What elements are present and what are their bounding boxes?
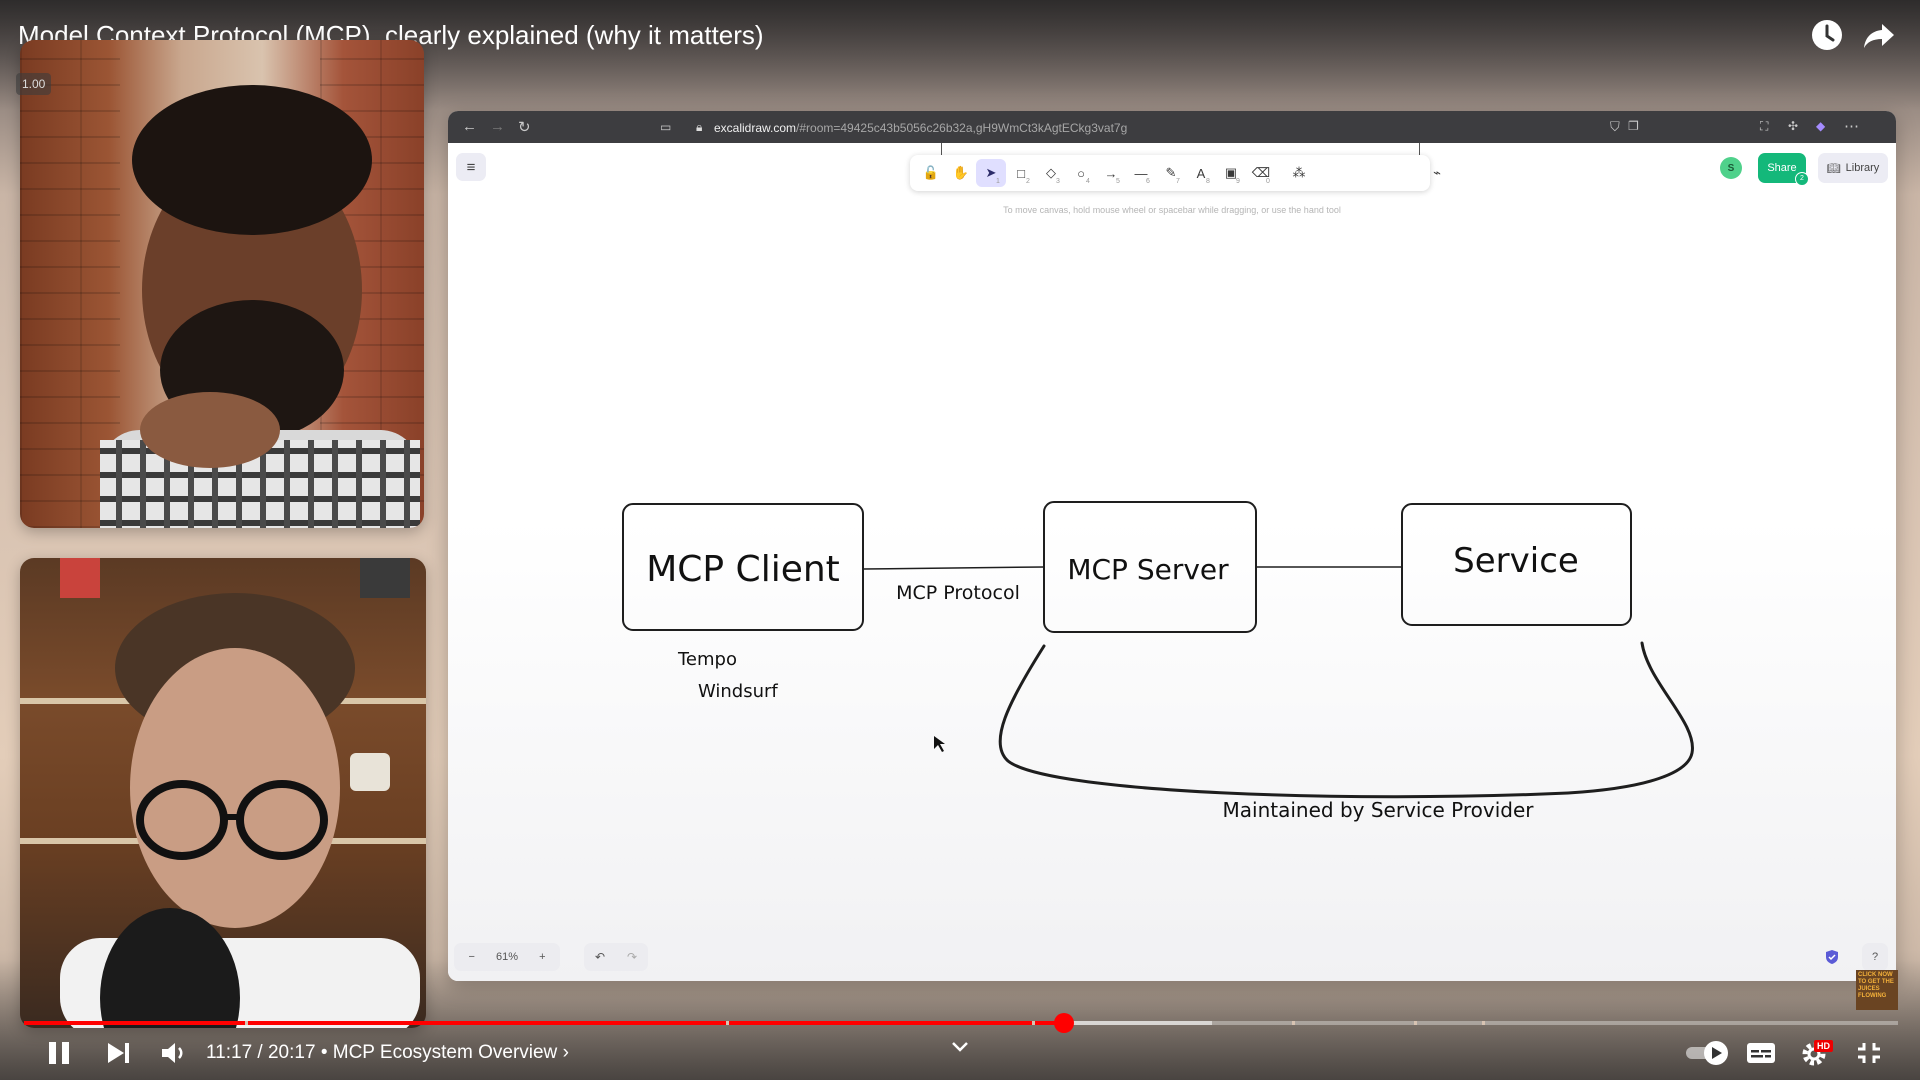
host-figure [100,85,420,528]
history-controls: ↶ ↷ [584,943,648,971]
chapter-title[interactable]: MCP Ecosystem Overview [333,1042,558,1063]
exit-fullscreen-icon[interactable] [1856,1041,1882,1065]
progress-played [24,1021,1065,1025]
fullscreen-icon[interactable]: ⛶ [1760,119,1768,134]
more-menu-icon[interactable]: ⋯ [1844,117,1859,135]
assistant-icon[interactable]: ◆ [1816,119,1825,133]
undo-icon[interactable]: ↶ [595,950,605,964]
url-path: /#room=49425c43b5056c26b32a,gH9WmCt3kAgt… [796,121,1128,135]
pause-icon[interactable] [46,1040,72,1066]
chapter-marker [1414,1021,1417,1025]
speed-badge: 1.00 [16,73,52,95]
share-icon[interactable] [1862,18,1896,52]
shield-icon[interactable]: ⛉ [1610,119,1620,135]
url-text: excalidraw.com/#room=49425c43b5056c26b32… [714,121,1127,135]
zoom-controls: − 61% + [454,943,560,971]
zoom-out-button[interactable]: − [454,951,489,963]
service-label: Service [1453,541,1579,581]
diagram: MCP Client MCP Server Service MCP Protoc… [622,501,1694,822]
redo-icon[interactable]: ↷ [627,950,637,964]
guest-figure [20,558,426,1028]
back-icon[interactable]: ← [462,118,477,135]
volume-icon[interactable] [160,1040,188,1066]
address-bar[interactable]: 🔒︎ excalidraw.com/#room=49425c43b5056c26… [686,118,1586,138]
zoom-level[interactable]: 61% [489,951,524,963]
next-icon[interactable] [106,1041,132,1065]
copy-icon[interactable]: ❐ [1628,119,1639,133]
webcam-guest [20,558,426,1028]
lock-icon: 🔒︎ [696,120,703,134]
chapter-marker [245,1021,248,1025]
client-server-line[interactable] [862,566,1045,570]
browser-window: ← → ↻ ▭ 🔒︎ excalidraw.com/#room=49425c43… [448,111,1896,981]
reload-icon[interactable]: ↻ [518,118,531,136]
webcam-host [20,40,424,528]
chevron-down-icon[interactable] [950,1040,970,1054]
time-display: 11:17 / 20:17 [206,1042,316,1063]
mcp-server-label: MCP Server [1067,553,1229,586]
zoom-in-button[interactable]: + [525,951,560,963]
browser-toolbar: ← → ↻ ▭ 🔒︎ excalidraw.com/#room=49425c43… [448,111,1896,143]
mcp-protocol-label: MCP Protocol [896,582,1020,604]
excalidraw-canvas[interactable]: ≡ 🔓 ✋ ➤ 1 □ 2 ◇ 3 ○ 4 → 5—6 ✎ 7 A 8 ▣ 9 ⌫ 0 ⁂ ⌁ To move canv… [448,143,1896,981]
chapter-chevron-icon[interactable]: › [563,1042,569,1063]
chapter-marker [1482,1021,1485,1025]
client-example-1: Tempo [677,649,737,670]
chapter-marker [726,1021,729,1025]
autoplay-toggle[interactable] [1684,1040,1732,1066]
hd-badge: HD [1814,1040,1833,1052]
chapter-marker [1032,1021,1035,1025]
watch-later-icon[interactable] [1810,18,1844,52]
provider-label: Maintained by Service Provider [1223,798,1535,822]
time-and-chapter: 11:17 / 20:17 • MCP Ecosystem Overview › [206,1042,569,1064]
separator-dot: • [320,1042,328,1063]
client-example-2: Windsurf [698,681,778,702]
chapter-marker [1292,1021,1295,1025]
provider-bracket[interactable] [998,641,1694,799]
help-button[interactable]: ? [1862,943,1888,971]
mouse-cursor-icon [934,736,945,752]
mcp-client-label: MCP Client [646,549,840,590]
shield-check-icon[interactable] [1824,949,1840,965]
forward-icon[interactable]: → [490,118,505,135]
extensions-icon[interactable]: ✣ [1788,119,1798,133]
corner-promo-thumbnail[interactable]: CLICK NOW TO GET THE JUICES FLOWING [1856,970,1898,1010]
progress-scrubber[interactable] [1054,1013,1075,1033]
captions-icon[interactable] [1746,1042,1776,1064]
sidebar-icon[interactable]: ▭ [660,120,671,134]
url-host: excalidraw.com [714,121,797,135]
